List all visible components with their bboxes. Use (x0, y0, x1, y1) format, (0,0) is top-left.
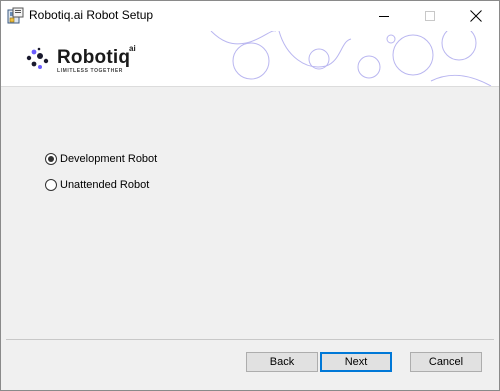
next-button[interactable]: Next (320, 352, 392, 372)
decorative-circles (210, 31, 492, 86)
window-title: Robotiq.ai Robot Setup (29, 8, 154, 22)
option-label: Development Robot (60, 153, 158, 165)
maximize-button[interactable] (407, 1, 453, 31)
brand-superscript: ai (129, 44, 136, 53)
option-development-robot[interactable]: Development Robot (45, 153, 157, 165)
cancel-button[interactable]: Cancel (410, 352, 482, 372)
maximize-icon (424, 10, 435, 21)
robotiq-logo: Robotiq ai LIMITLESS TOGETHER (25, 43, 165, 75)
banner: Robotiq ai LIMITLESS TOGETHER (1, 31, 499, 87)
installer-icon (7, 7, 24, 24)
brand-tagline: LIMITLESS TOGETHER (57, 68, 123, 74)
option-unattended-robot[interactable]: Unattended Robot (45, 179, 149, 191)
close-button[interactable] (453, 1, 499, 31)
radio-button-development[interactable] (45, 153, 57, 165)
option-label: Unattended Robot (60, 179, 150, 191)
back-button[interactable]: Back (246, 352, 318, 372)
brand-name: Robotiq (57, 47, 131, 68)
setup-window: Robotiq.ai Robot Setup Robotiq ai LIMITL… (0, 0, 500, 391)
robotiq-dots-logo (26, 47, 49, 69)
options-panel: Development Robot Unattended Robot (1, 87, 499, 337)
minimize-button[interactable] (361, 1, 407, 31)
close-icon (470, 10, 482, 22)
title-bar: Robotiq.ai Robot Setup (1, 1, 499, 31)
footer-divider (6, 339, 494, 340)
minimize-icon (378, 15, 389, 17)
radio-button-unattended[interactable] (45, 179, 57, 191)
